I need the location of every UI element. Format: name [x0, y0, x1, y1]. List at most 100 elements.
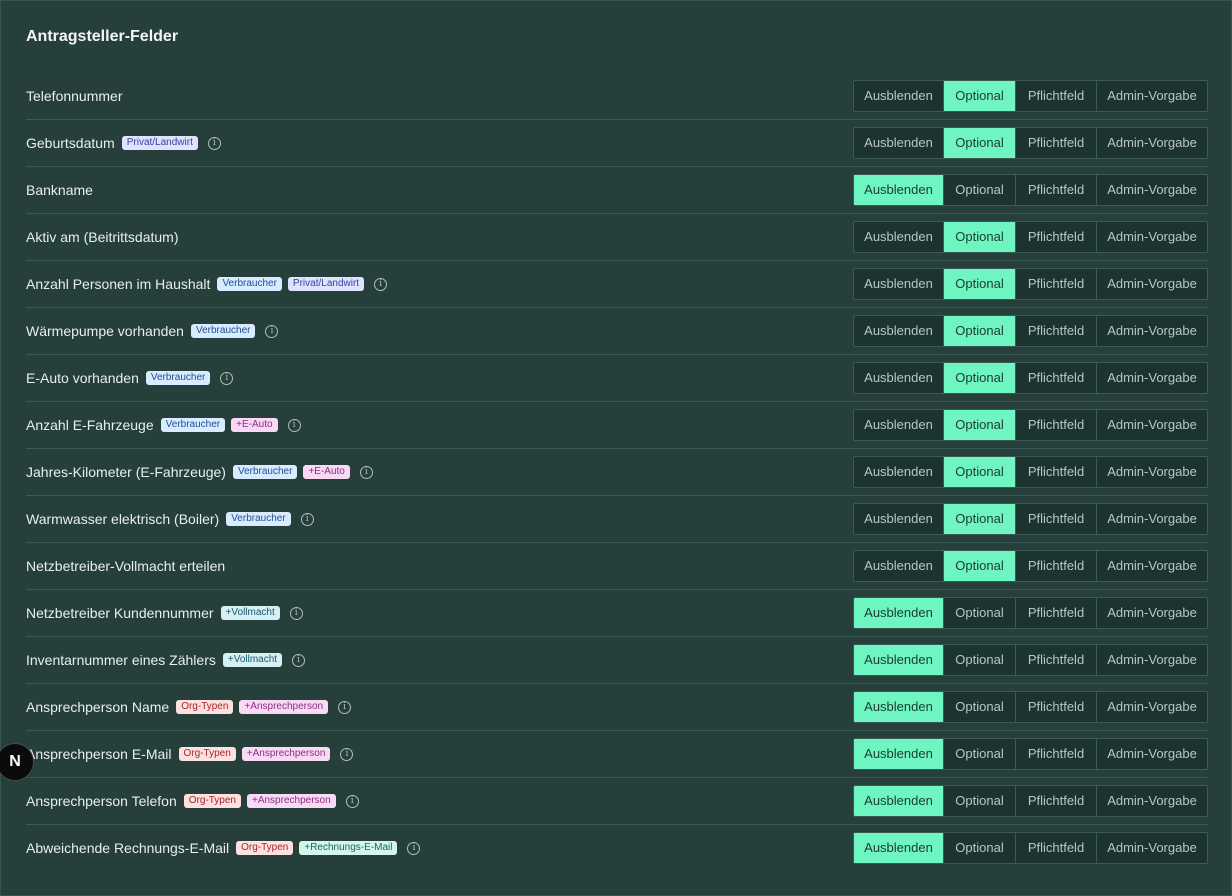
field-label-group: Bankname — [26, 182, 94, 198]
option-required-button[interactable]: Pflichtfeld — [1016, 833, 1097, 863]
info-icon[interactable]: i — [338, 700, 352, 714]
field-label-group: E-Auto vorhanden Verbraucher i — [26, 370, 234, 386]
option-hide-button[interactable]: Ausblenden — [854, 81, 944, 111]
option-optional-button[interactable]: Optional — [944, 786, 1016, 816]
visibility-segmented-control: Ausblenden Optional Pflichtfeld Admin-Vorga… — [853, 174, 1208, 206]
option-hide-button[interactable]: Ausblenden — [854, 786, 944, 816]
option-optional-button[interactable]: Optional — [944, 269, 1016, 299]
info-icon[interactable]: i — [207, 136, 221, 150]
option-required-button[interactable]: Pflichtfeld — [1016, 739, 1097, 769]
info-icon[interactable]: i — [300, 512, 314, 526]
option-optional-button[interactable]: Optional — [944, 363, 1016, 393]
panel-title: Antragsteller-Felder — [26, 28, 179, 45]
applicant-fields-panel: Antragsteller-Felder Telefonnummer Ausble… — [0, 0, 1232, 896]
option-optional-button[interactable]: Optional — [944, 504, 1016, 534]
option-required-button[interactable]: Pflichtfeld — [1016, 645, 1097, 675]
info-icon[interactable]: i — [374, 277, 388, 291]
info-icon[interactable]: i — [292, 653, 306, 667]
option-required-button[interactable]: Pflichtfeld — [1016, 551, 1097, 581]
option-optional-button[interactable]: Optional — [944, 410, 1016, 440]
option-admin-default-button[interactable]: Admin-Vorgabe — [1097, 128, 1207, 158]
field-tag-badge: +E-Auto — [303, 465, 350, 479]
option-optional-button[interactable]: Optional — [944, 551, 1016, 581]
option-required-button[interactable]: Pflichtfeld — [1016, 786, 1097, 816]
info-icon[interactable]: i — [407, 841, 421, 855]
option-admin-default-button[interactable]: Admin-Vorgabe — [1097, 692, 1207, 722]
option-hide-button[interactable]: Ausblenden — [854, 645, 944, 675]
field-row: Geburtsdatum Privat/Landwirt i Ausblenden Op… — [26, 120, 1208, 167]
option-hide-button[interactable]: Ausblenden — [854, 175, 944, 205]
option-required-button[interactable]: Pflichtfeld — [1016, 316, 1097, 346]
option-required-button[interactable]: Pflichtfeld — [1016, 363, 1097, 393]
option-hide-button[interactable]: Ausblenden — [854, 692, 944, 722]
option-required-button[interactable]: Pflichtfeld — [1016, 504, 1097, 534]
info-icon[interactable]: i — [287, 418, 301, 432]
option-hide-button[interactable]: Ausblenden — [854, 457, 944, 487]
info-icon[interactable]: i — [359, 465, 373, 479]
visibility-segmented-control: Ausblenden Optional Pflichtfeld Admin-Vorga… — [853, 503, 1208, 535]
option-admin-default-button[interactable]: Admin-Vorgabe — [1097, 175, 1207, 205]
option-admin-default-button[interactable]: Admin-Vorgabe — [1097, 316, 1207, 346]
option-hide-button[interactable]: Ausblenden — [854, 316, 944, 346]
field-tag-badge: +Ansprechperson — [241, 747, 331, 761]
field-tag-badge: Org-Typen — [176, 700, 234, 714]
option-admin-default-button[interactable]: Admin-Vorgabe — [1097, 833, 1207, 863]
option-required-button[interactable]: Pflichtfeld — [1016, 598, 1097, 628]
option-optional-button[interactable]: Optional — [944, 81, 1016, 111]
option-admin-default-button[interactable]: Admin-Vorgabe — [1097, 410, 1207, 440]
field-tag-badge: +Vollmacht — [222, 653, 283, 667]
info-icon[interactable]: i — [345, 794, 359, 808]
option-hide-button[interactable]: Ausblenden — [854, 363, 944, 393]
option-optional-button[interactable]: Optional — [944, 316, 1016, 346]
option-required-button[interactable]: Pflichtfeld — [1016, 457, 1097, 487]
option-required-button[interactable]: Pflichtfeld — [1016, 128, 1097, 158]
field-tag-badge: Verbraucher — [217, 277, 282, 291]
visibility-segmented-control: Ausblenden Optional Pflichtfeld Admin-Vorga… — [853, 832, 1208, 864]
option-hide-button[interactable]: Ausblenden — [854, 598, 944, 628]
option-required-button[interactable]: Pflichtfeld — [1016, 269, 1097, 299]
option-admin-default-button[interactable]: Admin-Vorgabe — [1097, 551, 1207, 581]
option-required-button[interactable]: Pflichtfeld — [1016, 410, 1097, 440]
option-required-button[interactable]: Pflichtfeld — [1016, 175, 1097, 205]
option-admin-default-button[interactable]: Admin-Vorgabe — [1097, 786, 1207, 816]
option-admin-default-button[interactable]: Admin-Vorgabe — [1097, 598, 1207, 628]
option-optional-button[interactable]: Optional — [944, 598, 1016, 628]
option-admin-default-button[interactable]: Admin-Vorgabe — [1097, 269, 1207, 299]
field-list: Telefonnummer Ausblenden Optional Pflichtfe… — [26, 73, 1208, 871]
option-admin-default-button[interactable]: Admin-Vorgabe — [1097, 739, 1207, 769]
option-admin-default-button[interactable]: Admin-Vorgabe — [1097, 222, 1207, 252]
info-icon[interactable]: i — [220, 371, 234, 385]
option-hide-button[interactable]: Ausblenden — [854, 504, 944, 534]
option-admin-default-button[interactable]: Admin-Vorgabe — [1097, 457, 1207, 487]
option-optional-button[interactable]: Optional — [944, 692, 1016, 722]
field-row: Netzbetreiber-Vollmacht erteilen Ausblend… — [26, 543, 1208, 590]
info-icon[interactable]: i — [289, 606, 303, 620]
field-tag-badge: Verbraucher — [232, 465, 298, 479]
option-optional-button[interactable]: Optional — [944, 833, 1016, 863]
option-hide-button[interactable]: Ausblenden — [854, 739, 944, 769]
option-optional-button[interactable]: Optional — [944, 222, 1016, 252]
option-required-button[interactable]: Pflichtfeld — [1016, 222, 1097, 252]
option-optional-button[interactable]: Optional — [944, 739, 1016, 769]
option-hide-button[interactable]: Ausblenden — [854, 833, 944, 863]
option-admin-default-button[interactable]: Admin-Vorgabe — [1097, 363, 1207, 393]
field-label-group: Telefonnummer — [26, 88, 124, 104]
option-optional-button[interactable]: Optional — [944, 645, 1016, 675]
option-hide-button[interactable]: Ausblenden — [854, 128, 944, 158]
option-optional-button[interactable]: Optional — [944, 175, 1016, 205]
option-hide-button[interactable]: Ausblenden — [854, 269, 944, 299]
option-hide-button[interactable]: Ausblenden — [854, 222, 944, 252]
field-label: Anzahl E-Fahrzeuge — [26, 417, 154, 433]
option-hide-button[interactable]: Ausblenden — [854, 410, 944, 440]
info-icon[interactable]: i — [340, 747, 354, 761]
info-icon[interactable]: i — [265, 324, 279, 338]
field-tag-badge: +Ansprechperson — [246, 794, 336, 808]
option-required-button[interactable]: Pflichtfeld — [1016, 81, 1097, 111]
option-optional-button[interactable]: Optional — [944, 457, 1016, 487]
option-admin-default-button[interactable]: Admin-Vorgabe — [1097, 504, 1207, 534]
option-admin-default-button[interactable]: Admin-Vorgabe — [1097, 81, 1207, 111]
option-hide-button[interactable]: Ausblenden — [854, 551, 944, 581]
option-optional-button[interactable]: Optional — [944, 128, 1016, 158]
option-admin-default-button[interactable]: Admin-Vorgabe — [1097, 645, 1207, 675]
option-required-button[interactable]: Pflichtfeld — [1016, 692, 1097, 722]
